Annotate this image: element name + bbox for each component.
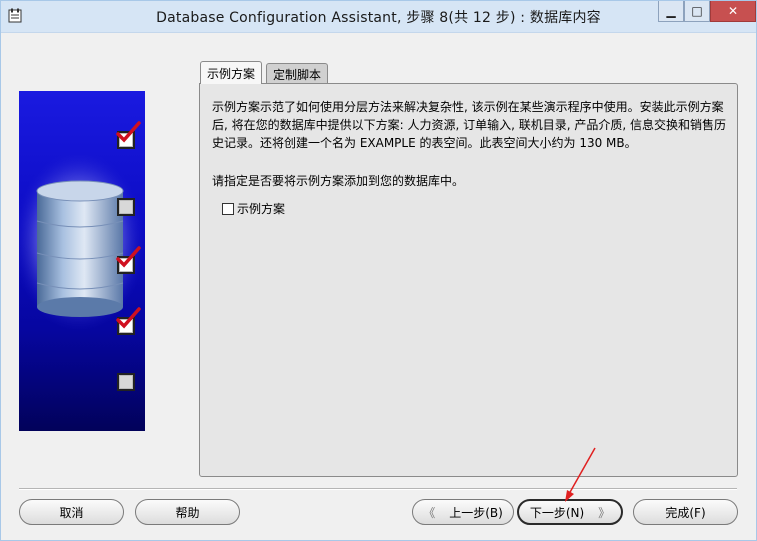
description-line: 后, 将在您的数据库中提供以下方案: 人力资源, 订单输入, 联机目录, 产品介…: [212, 118, 727, 132]
cancel-label: 取消: [59, 505, 84, 520]
description-line: 史记录。还将创建一个名为 EXAMPLE 的表空间。此表空间大小约为 130 M…: [212, 136, 637, 150]
help-label: 帮助: [175, 505, 200, 520]
checkbox-box[interactable]: [222, 202, 234, 215]
tab-custom-scripts[interactable]: 定制脚本: [266, 63, 329, 83]
finish-button[interactable]: 完成(F): [633, 499, 738, 525]
prompt-text: 请指定是否要将示例方案添加到您的数据库中。: [212, 174, 465, 188]
title-bar[interactable]: Database Configuration Assistant, 步骤 8(共…: [1, 1, 756, 33]
finish-label: 完成(F): [665, 505, 706, 520]
description-line: 示例方案示范了如何使用分层方法来解决复杂性, 该示例在某些演示程序中使用。安装此…: [212, 100, 724, 114]
maximize-button[interactable]: □: [684, 1, 710, 22]
sample-schemas-checkbox[interactable]: 示例方案: [222, 200, 285, 217]
checkbox-label[interactable]: 示例方案: [237, 200, 285, 217]
red-check-icon: [116, 307, 141, 329]
maximize-icon: □: [691, 4, 703, 18]
tab-label: 示例方案: [207, 67, 256, 81]
wizard-side-image: [19, 91, 145, 431]
dialog-window: Database Configuration Assistant, 步骤 8(共…: [0, 0, 757, 541]
next-arrow-icon: 》: [598, 505, 611, 520]
step-checkbox-icon: [117, 198, 135, 216]
tab-sample-schemas[interactable]: 示例方案: [200, 61, 263, 84]
help-button[interactable]: 帮助: [135, 499, 240, 525]
back-arrow-icon: 《: [423, 505, 436, 520]
minimize-button[interactable]: ▁: [658, 1, 684, 22]
back-button[interactable]: 《 上一步(B): [412, 499, 514, 525]
step-checkbox-icon: [117, 373, 135, 391]
footer-divider: [19, 488, 737, 490]
tab-label: 定制脚本: [273, 68, 322, 82]
next-label: 下一步(N): [529, 505, 585, 520]
close-button[interactable]: ✕: [710, 1, 756, 22]
back-label: 上一步(B): [449, 505, 503, 520]
next-button[interactable]: 下一步(N) 》: [517, 499, 623, 525]
tab-panel: 示例方案示范了如何使用分层方法来解决复杂性, 该示例在某些演示程序中使用。安装此…: [199, 83, 738, 477]
description-text: 示例方案示范了如何使用分层方法来解决复杂性, 该示例在某些演示程序中使用。安装此…: [212, 98, 728, 152]
red-check-icon: [116, 246, 141, 268]
cancel-button[interactable]: 取消: [19, 499, 124, 525]
minimize-icon: ▁: [666, 4, 676, 18]
close-icon: ✕: [727, 4, 739, 18]
red-check-icon: [116, 121, 141, 143]
window-title: Database Configuration Assistant, 步骤 8(共…: [156, 10, 601, 26]
